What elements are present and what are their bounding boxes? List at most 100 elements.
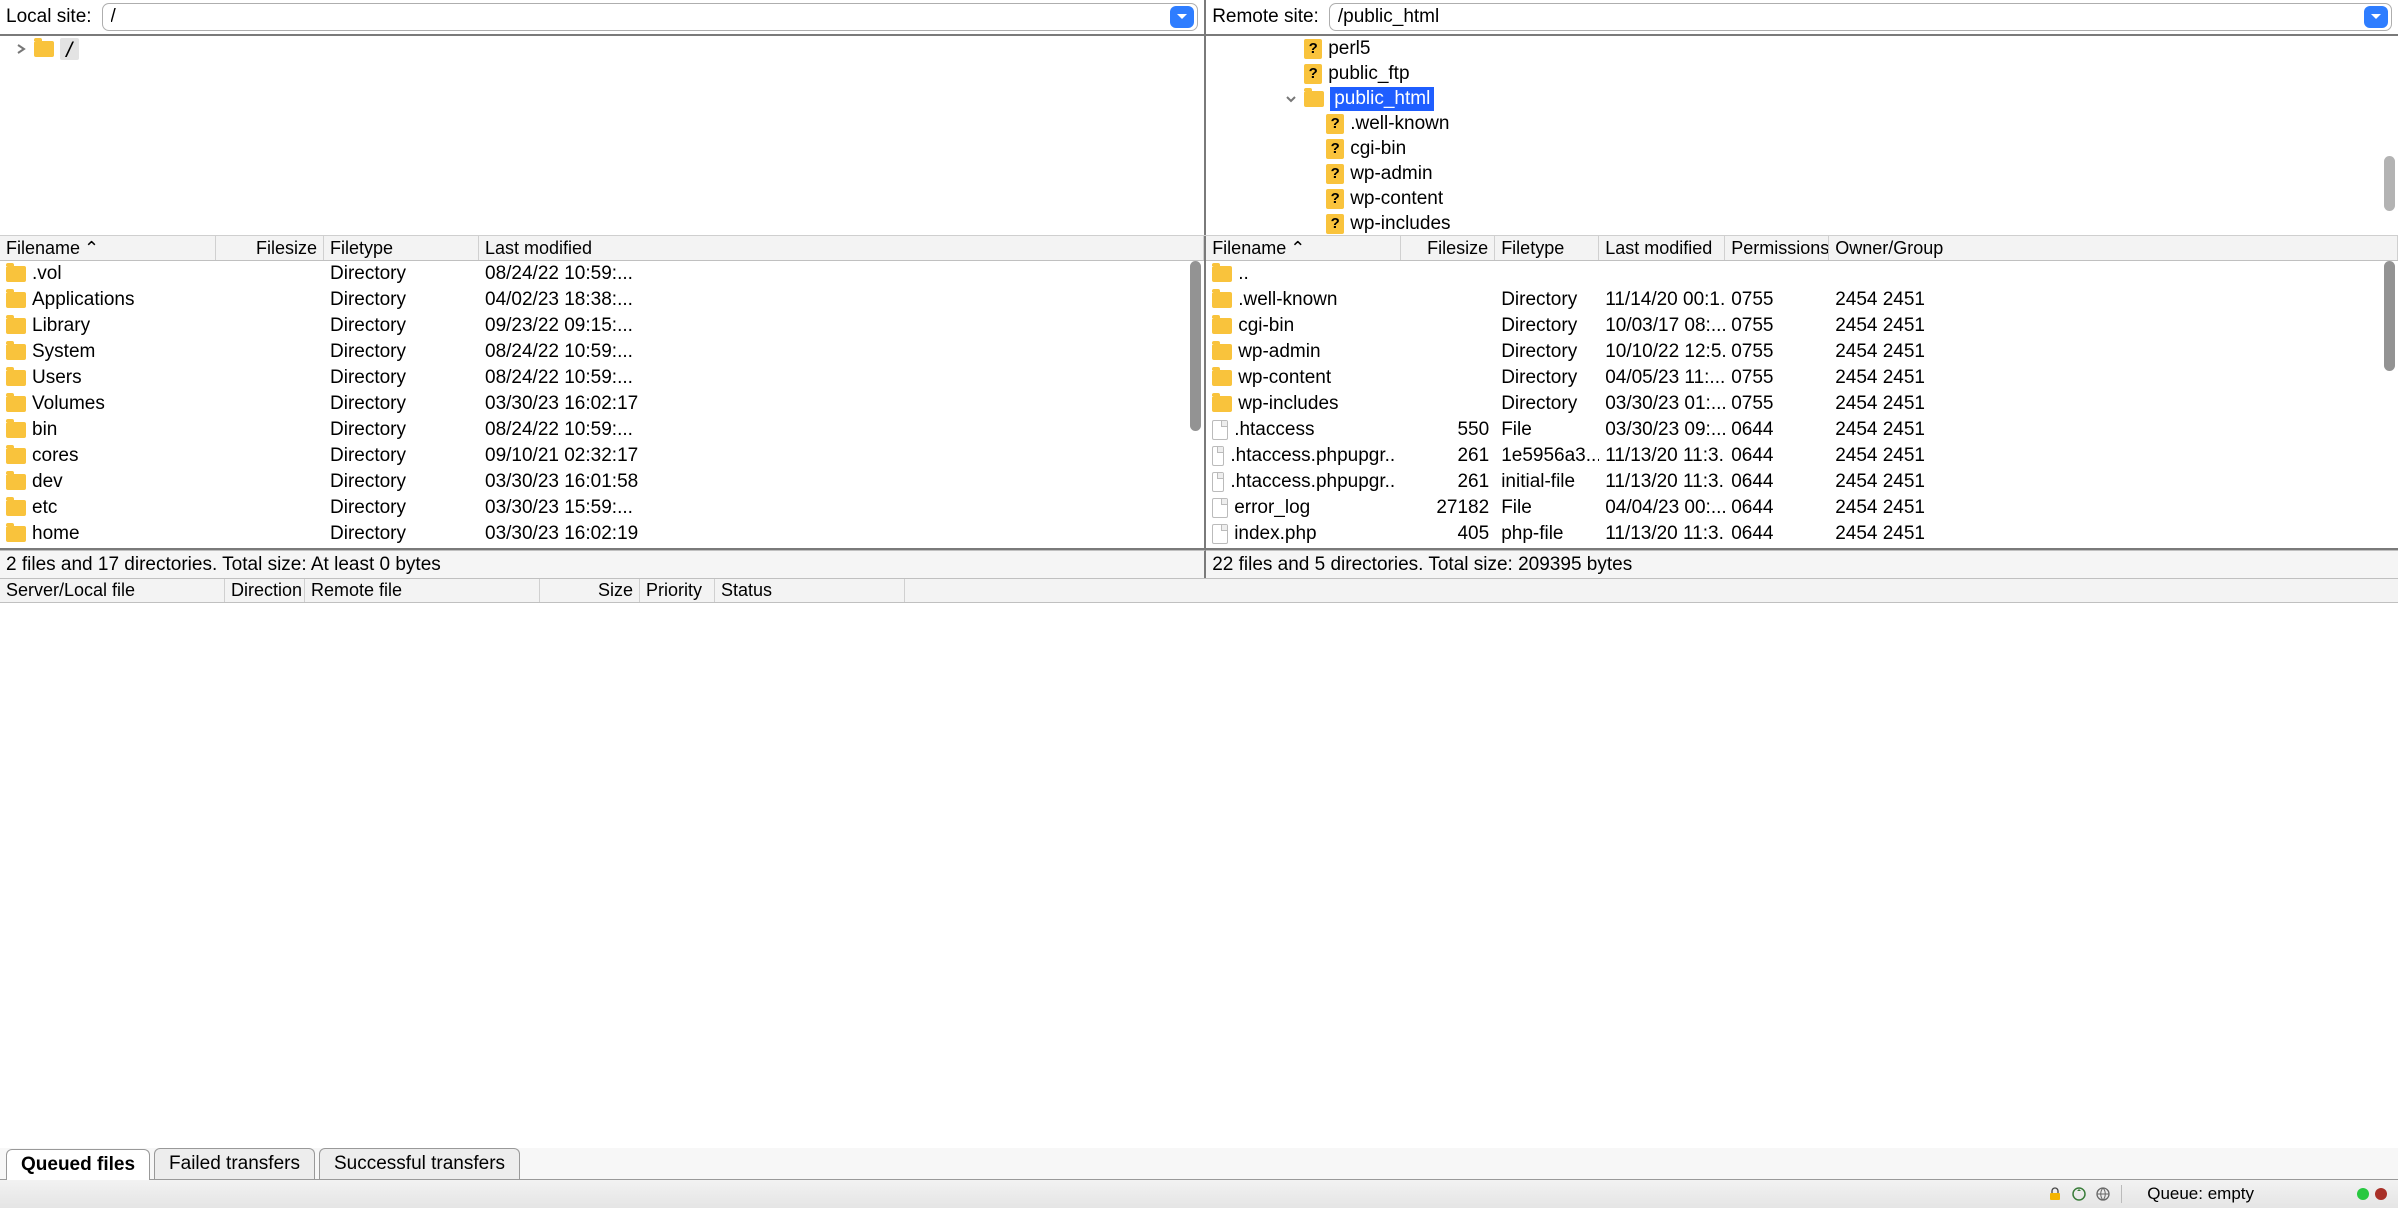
table-row[interactable]: SystemDirectory08/24/22 10:59:... — [0, 339, 1204, 365]
tree-item-label[interactable]: wp-includes — [1350, 213, 1450, 235]
col-server[interactable]: Server/Local file — [0, 579, 225, 602]
col-size[interactable]: Size — [540, 579, 640, 602]
scrollbar-thumb[interactable] — [1190, 261, 1201, 431]
table-row[interactable]: .. — [1206, 261, 2398, 287]
modified: 11/14/20 00:1... — [1599, 289, 1725, 311]
tree-item[interactable]: ? wp-admin — [1206, 161, 2398, 186]
table-row[interactable]: .volDirectory08/24/22 10:59:... — [0, 261, 1204, 287]
tree-item-label[interactable]: wp-content — [1350, 188, 1443, 210]
modified: 09/23/22 09:15:... — [479, 315, 1204, 337]
tree-item-label[interactable]: .well-known — [1350, 113, 1449, 135]
table-row[interactable]: cgi-binDirectory10/03/17 08:...07552454 … — [1206, 313, 2398, 339]
network-icon[interactable] — [2094, 1185, 2112, 1203]
table-row[interactable]: UsersDirectory08/24/22 10:59:... — [0, 365, 1204, 391]
local-file-list[interactable]: Filename⌃ Filesize Filetype Last modifie… — [0, 236, 1206, 548]
filetype: Directory — [324, 445, 479, 467]
remote-site-combo[interactable] — [1329, 3, 2392, 31]
col-filesize[interactable]: Filesize — [216, 236, 324, 260]
table-row[interactable]: etcDirectory03/30/23 15:59:... — [0, 495, 1204, 521]
col-filename[interactable]: Filename⌃ — [0, 236, 216, 260]
modified: 04/05/23 11:... — [1599, 367, 1725, 389]
table-row[interactable]: .htaccess.phpupgr..2611e5956a3...11/13/2… — [1206, 443, 2398, 469]
local-site-input[interactable] — [111, 6, 1171, 28]
modified: 10/10/22 12:5... — [1599, 341, 1725, 363]
col-status[interactable]: Status — [715, 579, 905, 602]
statusbar: Queue: empty — [0, 1180, 2398, 1208]
filename: System — [32, 341, 95, 363]
table-row[interactable]: .htaccess.phpupgr..261initial-file11/13/… — [1206, 469, 2398, 495]
modified: 11/13/20 11:3... — [1599, 523, 1725, 545]
tab-successful[interactable]: Successful transfers — [319, 1148, 520, 1179]
dropdown-icon[interactable] — [2364, 6, 2388, 28]
owner: 2454 2451 — [1829, 289, 2398, 311]
local-list-header: Filename⌃ Filesize Filetype Last modifie… — [0, 236, 1204, 261]
modified: 09/10/21 02:32:17 — [479, 445, 1204, 467]
queue-body[interactable] — [0, 603, 2398, 1148]
col-filesize[interactable]: Filesize — [1401, 236, 1495, 260]
dropdown-icon[interactable] — [1170, 6, 1194, 28]
tree-item[interactable]: ?.well-known — [1206, 111, 2398, 136]
table-row[interactable]: coresDirectory09/10/21 02:32:17 — [0, 443, 1204, 469]
filename: Volumes — [32, 393, 105, 415]
local-site-combo[interactable] — [102, 3, 1199, 31]
status-red-dot — [2375, 1188, 2387, 1200]
local-tree[interactable]: / — [0, 36, 1206, 235]
tree-item-label[interactable]: public_ftp — [1328, 63, 1409, 85]
tree-item-root[interactable]: / — [60, 38, 79, 60]
tree-item-label[interactable]: public_html — [1330, 87, 1434, 111]
scrollbar-thumb[interactable] — [2384, 261, 2395, 371]
table-row[interactable]: error_log27182File04/04/23 00:...0644245… — [1206, 495, 2398, 521]
table-row[interactable]: VolumesDirectory03/30/23 16:02:17 — [0, 391, 1204, 417]
chevron-right-icon[interactable] — [14, 42, 28, 56]
table-row[interactable]: wp-adminDirectory10/10/22 12:5...0755245… — [1206, 339, 2398, 365]
table-row[interactable]: ApplicationsDirectory04/02/23 18:38:... — [0, 287, 1204, 313]
table-row[interactable]: homeDirectory03/30/23 16:02:19 — [0, 521, 1204, 547]
tree-item-label[interactable]: perl5 — [1328, 38, 1370, 60]
tree-item-label[interactable]: wp-admin — [1350, 163, 1432, 185]
col-owner[interactable]: Owner/Group — [1829, 236, 2398, 260]
scrollbar-thumb[interactable] — [2384, 156, 2395, 211]
tree-item-label[interactable]: cgi-bin — [1350, 138, 1406, 160]
col-filename[interactable]: Filename⌃ — [1206, 236, 1401, 260]
table-row[interactable]: index.php405php-file11/13/20 11:3...0644… — [1206, 521, 2398, 547]
filename: error_log — [1234, 497, 1310, 519]
filename: cgi-bin — [1238, 315, 1294, 337]
folder-icon — [1212, 396, 1232, 412]
chevron-down-icon[interactable] — [1284, 92, 1298, 106]
remote-site-input[interactable] — [1338, 6, 2364, 28]
tree-item[interactable]: ?cgi-bin — [1206, 136, 2398, 161]
table-row[interactable]: .htaccess550File03/30/23 09:...06442454 … — [1206, 417, 2398, 443]
tree-item[interactable]: public_html — [1206, 86, 2398, 111]
remote-file-list[interactable]: Filename⌃ Filesize Filetype Last modifie… — [1206, 236, 2398, 548]
remote-tree[interactable]: ?perl5?public_ftppublic_html?.well-known… — [1206, 36, 2398, 235]
permissions: 0755 — [1725, 289, 1829, 311]
unknown-folder-icon: ? — [1326, 164, 1344, 184]
col-remote[interactable]: Remote file — [305, 579, 540, 602]
col-direction[interactable]: Direction — [225, 579, 305, 602]
folder-icon — [6, 526, 26, 542]
tab-failed[interactable]: Failed transfers — [154, 1148, 315, 1179]
lock-icon[interactable] — [2046, 1185, 2064, 1203]
col-permissions[interactable]: Permissions — [1725, 236, 1829, 260]
col-filetype[interactable]: Filetype — [1495, 236, 1599, 260]
table-row[interactable]: wp-contentDirectory04/05/23 11:...075524… — [1206, 365, 2398, 391]
col-modified[interactable]: Last modified — [479, 236, 1204, 260]
table-row[interactable]: LibraryDirectory09/23/22 09:15:... — [0, 313, 1204, 339]
tree-item[interactable]: ?public_ftp — [1206, 61, 2398, 86]
filetype: Directory — [324, 315, 479, 337]
modified: 03/30/23 16:02:17 — [479, 393, 1204, 415]
table-row[interactable]: wp-includesDirectory03/30/23 01:...07552… — [1206, 391, 2398, 417]
tree-item[interactable]: ?wp-content — [1206, 186, 2398, 211]
col-filetype[interactable]: Filetype — [324, 236, 479, 260]
queue-header: Server/Local file Direction Remote file … — [0, 578, 2398, 603]
table-row[interactable]: binDirectory08/24/22 10:59:... — [0, 417, 1204, 443]
tree-item[interactable]: ?wp-includes — [1206, 211, 2398, 235]
tab-queued[interactable]: Queued files — [6, 1149, 150, 1180]
table-row[interactable]: .well-knownDirectory11/14/20 00:1...0755… — [1206, 287, 2398, 313]
refresh-icon[interactable] — [2070, 1185, 2088, 1203]
col-modified[interactable]: Last modified — [1599, 236, 1725, 260]
table-row[interactable]: devDirectory03/30/23 16:01:58 — [0, 469, 1204, 495]
folder-icon — [6, 448, 26, 464]
col-priority[interactable]: Priority — [640, 579, 715, 602]
tree-item[interactable]: ?perl5 — [1206, 36, 2398, 61]
